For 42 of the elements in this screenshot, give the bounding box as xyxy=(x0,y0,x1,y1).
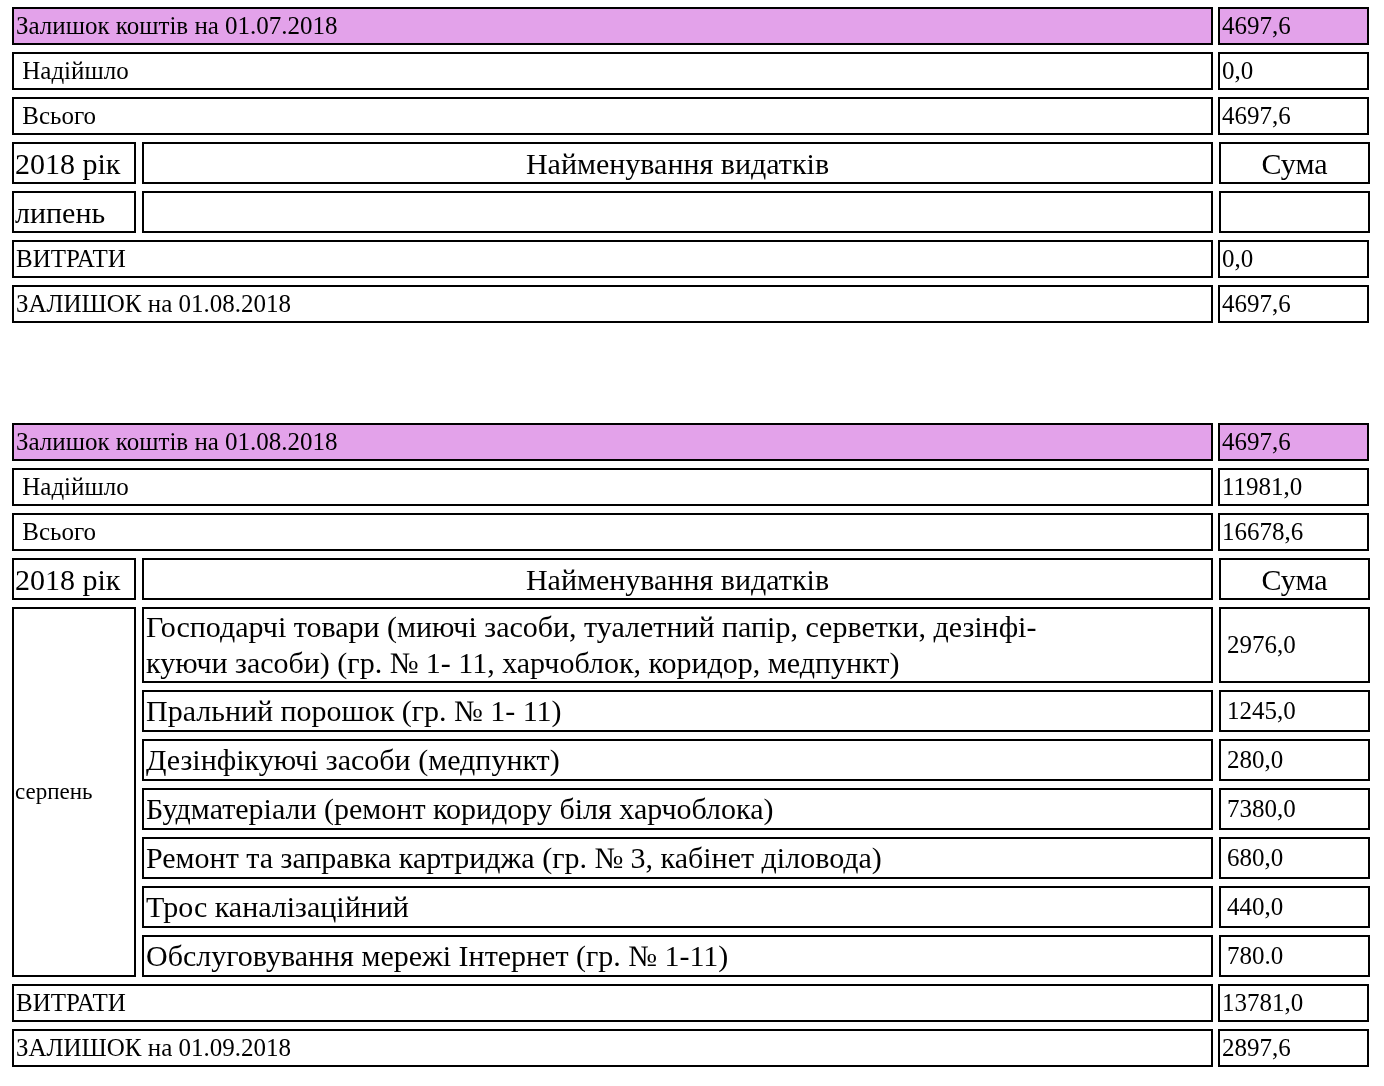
row-label: Всього xyxy=(12,97,1213,135)
amount-cell: 2897,6 xyxy=(1218,1029,1369,1067)
row-label: Залишок коштів на 01.08.2018 xyxy=(12,423,1213,461)
expense-name: Ремонт та заправка картриджа (гр. № 3, кабінет діловода) xyxy=(142,837,1213,879)
row-label: Залишок коштів на 01.07.2018 xyxy=(12,7,1213,45)
month-cell: липень xyxy=(12,191,136,233)
amount-cell: 4697,6 xyxy=(1218,7,1369,45)
row-label: ВИТРАТИ xyxy=(12,984,1213,1022)
row-label: Надійшло xyxy=(12,468,1213,506)
amount-cell: 1245,0 xyxy=(1219,690,1370,732)
expense-name: Будматеріали (ремонт коридору біля харчоблока) xyxy=(142,788,1213,830)
amount-cell: 4697,6 xyxy=(1218,285,1369,323)
amount-cell: 280,0 xyxy=(1219,739,1370,781)
amount-cell: 7380,0 xyxy=(1219,788,1370,830)
amount-cell: 780.0 xyxy=(1219,935,1370,977)
row-label: ЗАЛИШОК на 01.09.2018 xyxy=(12,1029,1213,1067)
year-header: 2018 рік xyxy=(12,558,136,600)
expense-name: Пральний порошок (гр. № 1- 11) xyxy=(142,690,1213,732)
column-header: Найменування видатків xyxy=(142,558,1213,600)
year-header: 2018 рік xyxy=(12,142,136,184)
amount-cell: 16678,6 xyxy=(1218,513,1369,551)
expense-name: Господарчі товари (миючі засоби, туалетний папір, серветки, дезінфі- куючи засоби) (гр. № 1- 11, харчоблок, коридор, медпункт) xyxy=(142,607,1213,683)
column-header: Сума xyxy=(1219,142,1370,184)
amount-cell: 13781,0 xyxy=(1218,984,1369,1022)
row-label: Всього xyxy=(12,513,1213,551)
month-cell: серпень xyxy=(12,607,136,977)
expense-name: Трос каналізаційний xyxy=(142,886,1213,928)
column-header: Сума xyxy=(1219,558,1370,600)
amount-cell: 4697,6 xyxy=(1218,423,1369,461)
amount-cell: 11981,0 xyxy=(1218,468,1369,506)
amount-cell: 0,0 xyxy=(1218,240,1369,278)
row-label: ВИТРАТИ xyxy=(12,240,1213,278)
expense-name: Дезінфікуючі засоби (медпункт) xyxy=(142,739,1213,781)
amount-cell: 440,0 xyxy=(1219,886,1370,928)
amount-cell: 4697,6 xyxy=(1218,97,1369,135)
amount-cell: 0,0 xyxy=(1218,52,1369,90)
column-header: Найменування видатків xyxy=(142,142,1213,184)
row-label: ЗАЛИШОК на 01.08.2018 xyxy=(12,285,1213,323)
row-label: Надійшло xyxy=(12,52,1213,90)
amount-cell: 680,0 xyxy=(1219,837,1370,879)
expense-name: Обслуговування мережі Інтернет (гр. № 1-11) xyxy=(142,935,1213,977)
amount-cell: 2976,0 xyxy=(1219,607,1370,683)
